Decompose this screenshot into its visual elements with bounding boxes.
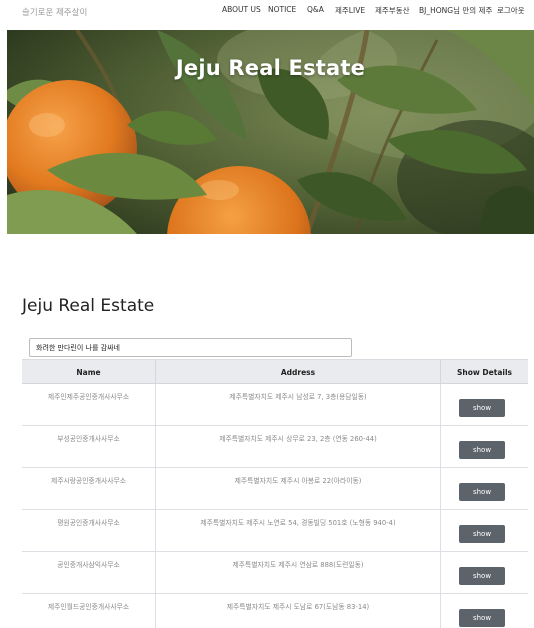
hero-banner: Jeju Real Estate [7,30,534,234]
nav-about-us[interactable]: ABOUT US [222,5,261,14]
row-actions: show [441,510,528,552]
show-button[interactable]: show [459,525,505,543]
show-button[interactable]: show [459,441,505,459]
table-header: Name Address Show Details [22,359,528,385]
row-actions: show [441,384,528,426]
page-title: Jeju Real Estate [22,296,155,316]
column-header-show-details: Show Details [457,368,512,377]
column-header-name: Name [76,368,101,377]
row-address: 제주특별자치도 제주시 도남로 67(도남동 83-14) [155,594,441,628]
row-actions: show [441,552,528,594]
top-navbar: 슬기로운 제주살이 ABOUT US NOTICE Q&A 제주LIVE 제주부… [0,0,534,24]
table-row: 제주인제주공인중개사사무소 제주특별자치도 제주시 남성로 7, 3층(용담일동… [22,384,528,426]
show-button[interactable]: show [459,399,505,417]
row-name: 부성공인중개사사무소 [57,435,120,443]
table-row: 부성공인중개사사무소 제주특별자치도 제주시 상무로 23, 2층 (연동 26… [22,426,528,468]
hero-title: Jeju Real Estate [175,56,366,80]
row-actions: show [441,426,528,468]
nav-notice[interactable]: NOTICE [268,5,296,14]
nav-jeju-live[interactable]: 제주LIVE [335,5,365,16]
show-button[interactable]: show [459,609,505,627]
table-row: 공인중개사삼익사무소 제주특별자치도 제주시 연삼로 888(도련일동) sho… [22,552,528,594]
row-name: 제주시랑공인중개사사무소 [50,477,127,485]
row-name: 제주인월드공인중개사사무소 [47,603,130,611]
column-header-address: Address [155,360,441,385]
table-body: 제주인제주공인중개사사무소 제주특별자치도 제주시 남성로 7, 3층(용담일동… [22,384,528,628]
table-row: 제주인월드공인중개사사무소 제주특별자치도 제주시 도남로 67(도남동 83-… [22,594,528,628]
nav-bj-hong-jeju[interactable]: BJ_HONG님 만의 제주 [419,5,492,16]
row-actions: show [441,468,528,510]
main-nav: ABOUT US NOTICE Q&A 제주LIVE 제주부동산 BJ_HONG… [0,5,534,17]
row-name: 공인중개사삼익사무소 [57,561,120,569]
table-row: 평원공인중개사사무소 제주특별자치도 제주시 노연로 54, 경동빌딩 501호… [22,510,528,552]
row-address: 제주특별자치도 제주시 연삼로 888(도련일동) [155,552,441,594]
row-address: 제주특별자치도 제주시 아봉로 22(아라이동) [155,468,441,510]
real-estate-table: Name Address Show Details 제주인제주공인중개사사무소 … [22,359,528,628]
nav-logout[interactable]: 로그아웃 [497,5,525,16]
row-name: 평원공인중개사사무소 [57,519,120,527]
search-input[interactable] [29,338,352,357]
row-address: 제주특별자치도 제주시 노연로 54, 경동빌딩 501호 (노형동 940-4… [155,510,441,552]
row-name: 제주인제주공인중개사사무소 [47,393,130,401]
show-button[interactable]: show [459,567,505,585]
row-address: 제주특별자치도 제주시 상무로 23, 2층 (연동 260-44) [155,426,441,468]
nav-qna[interactable]: Q&A [307,5,324,14]
show-button[interactable]: show [459,483,505,501]
row-address: 제주특별자치도 제주시 남성로 7, 3층(용담일동) [155,384,441,426]
nav-jeju-real-estate[interactable]: 제주부동산 [375,5,410,16]
table-row: 제주시랑공인중개사사무소 제주특별자치도 제주시 아봉로 22(아라이동) sh… [22,468,528,510]
row-actions: show [441,594,528,628]
